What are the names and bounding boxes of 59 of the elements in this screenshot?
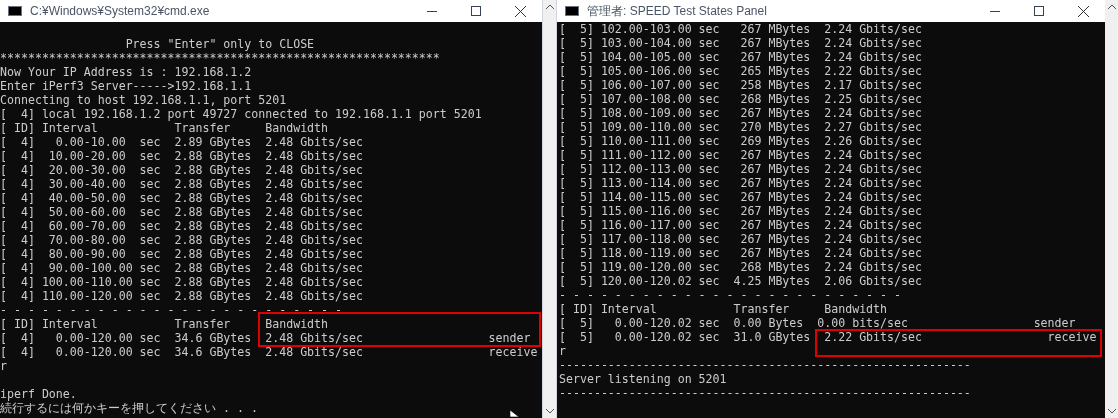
console-line: *************************************************************** bbox=[0, 51, 440, 65]
console-line: [ 4] 60.00-70.00 sec 2.88 GBytes 2.48 Gbits/sec bbox=[0, 219, 363, 233]
console-line: 続行するには何かキーを押してください . . . bbox=[0, 401, 258, 415]
console-line: ----------------------------------------------------------- bbox=[559, 358, 971, 372]
console-line: [ 5] 110.00-111.00 sec 269 MBytes 2.26 Gbits/sec bbox=[559, 134, 922, 148]
console-line: [ 5] 106.00-107.00 sec 258 MBytes 2.17 Gbits/sec bbox=[559, 78, 922, 92]
console-line: [ 4] 90.00-100.00 sec 2.88 GBytes 2.48 Gbits/sec bbox=[0, 261, 363, 275]
close-icon bbox=[514, 5, 526, 17]
console-line: [ 4] 0.00-120.00 sec 34.6 GBytes 2.48 Gbits/sec receive bbox=[0, 345, 538, 359]
console-line: [ 4] 10.00-20.00 sec 2.88 GBytes 2.48 Gbits/sec bbox=[0, 149, 363, 163]
console-line: [ 5] 0.00-120.02 sec 31.0 GBytes 2.22 Gbits/sec receive bbox=[559, 330, 1097, 344]
console-line: Now Your IP Address is : 192.168.1.2 bbox=[0, 65, 252, 79]
console-line: [ 4] 110.00-120.00 sec 2.88 GBytes 2.48 Gbits/sec bbox=[0, 289, 363, 303]
console-line: [ 5] 109.00-110.00 sec 270 MBytes 2.27 Gbits/sec bbox=[559, 120, 922, 134]
console-line: [ 5] 118.00-119.00 sec 267 MBytes 2.24 Gbits/sec bbox=[559, 246, 922, 260]
console-line: [ ID] Interval Transfer Bandwidth bbox=[559, 302, 888, 316]
console-line: [ 5] 120.00-120.02 sec 4.25 MBytes 2.06 Gbits/sec bbox=[559, 274, 922, 288]
console-line: [ 4] 100.00-110.00 sec 2.88 GBytes 2.48 Gbits/sec bbox=[0, 275, 363, 289]
console-line: [ 4] 0.00-120.00 sec 34.6 GBytes 2.48 Gbits/sec sender bbox=[0, 331, 531, 345]
console-line: [ 5] 103.00-104.00 sec 267 MBytes 2.24 Gbits/sec bbox=[559, 36, 922, 50]
console-line: Press "Enter" only to CLOSE bbox=[124, 37, 315, 51]
console-line: [ 5] 113.00-114.00 sec 267 MBytes 2.24 Gbits/sec bbox=[559, 176, 922, 190]
console-line: [ 4] 70.00-80.00 sec 2.88 GBytes 2.48 Gbits/sec bbox=[0, 233, 363, 247]
console-line: [ ID] Interval Transfer Bandwidth bbox=[0, 317, 329, 331]
console-line: [ 5] 0.00-120.02 sec 0.00 Bytes 0.00 bits/sec sender bbox=[559, 316, 1076, 330]
console-line: [ 5] 119.00-120.00 sec 268 MBytes 2.24 Gbits/sec bbox=[559, 260, 922, 274]
console-line: [ ID] Interval Transfer Bandwidth bbox=[0, 121, 329, 135]
console-line: [ 5] 102.00-103.00 sec 267 MBytes 2.24 Gbits/sec bbox=[559, 22, 922, 36]
console-line: - - - - - - - - - - - - - - - - - - - - - - - - - bbox=[559, 288, 902, 302]
console-line: r bbox=[559, 344, 566, 358]
console-line: [ 4] 40.00-50.00 sec 2.88 GBytes 2.48 Gbits/sec bbox=[0, 191, 363, 205]
console-line: [ 4] 20.00-30.00 sec 2.88 GBytes 2.48 Gbits/sec bbox=[0, 163, 363, 177]
console-line: [ 5] 111.00-112.00 sec 267 MBytes 2.24 Gbits/sec bbox=[559, 148, 922, 162]
window-title: C:¥Windows¥System32¥cmd.exe bbox=[30, 3, 210, 20]
console-line: iperf Done. bbox=[0, 387, 77, 401]
console-line: r bbox=[0, 359, 7, 373]
console-line: [ 5] 105.00-106.00 sec 265 MBytes 2.22 Gbits/sec bbox=[559, 64, 922, 78]
console-line: [ 4] 30.00-40.00 sec 2.88 GBytes 2.48 Gbits/sec bbox=[0, 177, 363, 191]
console-line: [ 5] 104.00-105.00 sec 267 MBytes 2.24 Gbits/sec bbox=[559, 50, 922, 64]
console-line: [ 5] 117.00-118.00 sec 267 MBytes 2.24 Gbits/sec bbox=[559, 232, 922, 246]
close-icon bbox=[1077, 5, 1089, 17]
console-icon bbox=[8, 6, 22, 16]
console-line: [ 4] 50.00-60.00 sec 2.88 GBytes 2.48 Gbits/sec bbox=[0, 205, 363, 219]
console-line: [ 5] 108.00-109.00 sec 267 MBytes 2.24 Gbits/sec bbox=[559, 106, 922, 120]
console-line: ----------------------------------------------------------- bbox=[559, 386, 971, 400]
console-icon bbox=[565, 6, 579, 16]
console-line: [ 4] 0.00-10.00 sec 2.89 GBytes 2.48 Gbits/sec bbox=[0, 135, 363, 149]
window-title: 管理者: SPEED Test States Panel bbox=[587, 3, 767, 20]
console-line: [ 5] 114.00-115.00 sec 267 MBytes 2.24 Gbits/sec bbox=[559, 190, 922, 204]
console-line: [ 5] 112.00-113.00 sec 267 MBytes 2.24 Gbits/sec bbox=[559, 162, 922, 176]
console-line: - - - - - - - - - - - - - - - - - - - - - - - - - bbox=[0, 303, 343, 317]
console-line: Server listening on 5201 bbox=[559, 372, 727, 386]
console-line: [ 5] 115.00-116.00 sec 267 MBytes 2.24 Gbits/sec bbox=[559, 204, 922, 218]
console-line: Enter iPerf3 Server----->192.168.1.1 bbox=[0, 79, 252, 93]
console-line: [ 4] local 192.168.1.2 port 49727 connected to 192.168.1.1 port 5201 bbox=[0, 107, 482, 121]
console-line: [ 5] 107.00-108.00 sec 268 MBytes 2.25 Gbits/sec bbox=[559, 92, 922, 106]
console-line: [ 4] 80.00-90.00 sec 2.88 GBytes 2.48 Gbits/sec bbox=[0, 247, 363, 261]
console-line: Connecting to host 192.168.1.1, port 5201 bbox=[0, 93, 287, 107]
console-line: [ 5] 116.00-117.00 sec 267 MBytes 2.24 Gbits/sec bbox=[559, 218, 922, 232]
